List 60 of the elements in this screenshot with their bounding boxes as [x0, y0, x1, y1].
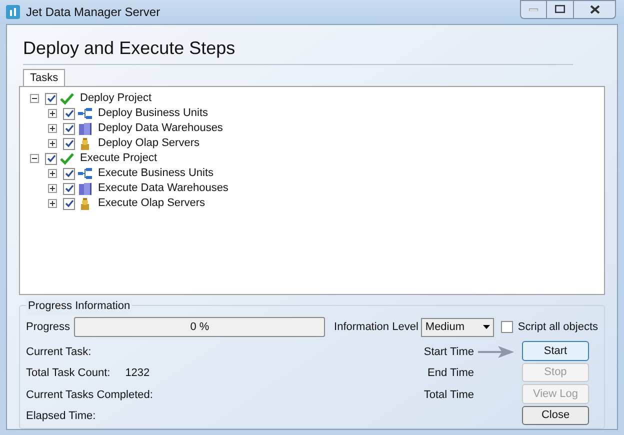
- tree-item-label[interactable]: Deploy Project: [80, 90, 152, 107]
- action-button[interactable]: Close: [522, 406, 589, 425]
- collapse-icon[interactable]: [30, 154, 39, 163]
- server-cube-icon: [78, 196, 92, 210]
- expand-icon[interactable]: [48, 184, 57, 193]
- collapse-icon[interactable]: [30, 94, 39, 103]
- action-button[interactable]: Start: [522, 341, 589, 360]
- time-label: Total Time: [424, 388, 474, 402]
- tree-item-label[interactable]: Deploy Business Units: [98, 105, 208, 122]
- checkbox-label: Script all objects: [518, 320, 598, 335]
- app-icon: [6, 5, 20, 19]
- database-icon: [78, 122, 92, 136]
- database-icon: [78, 182, 92, 196]
- server-cube-icon: [78, 136, 92, 150]
- checkbox[interactable]: [501, 321, 513, 333]
- checkmark-icon: [60, 152, 74, 164]
- window-title: Jet Data Manager Server: [26, 4, 160, 21]
- expand-icon[interactable]: [48, 169, 57, 178]
- detail-label: Total Task Count:: [26, 366, 110, 381]
- progress-reading: 0 %: [189, 320, 210, 335]
- page-heading: Deploy and Execute Steps: [23, 35, 573, 65]
- checkbox[interactable]: [63, 108, 75, 120]
- detail-label: Current Task:: [26, 344, 92, 360]
- checkmark-icon: [60, 92, 74, 104]
- information-level-label: Information Level: [334, 320, 418, 335]
- checkbox[interactable]: [63, 198, 75, 210]
- tree-item-label[interactable]: Execute Data Warehouses: [98, 180, 228, 197]
- information-level-dropdown[interactable]: Medium: [421, 318, 494, 336]
- progress-label: Progress: [26, 320, 72, 335]
- arrow-drawing: [478, 346, 514, 358]
- group-title: Progress Information: [26, 298, 132, 314]
- checkbox[interactable]: [45, 152, 57, 164]
- hierarchy-icon: [78, 168, 92, 180]
- detail-label: Elapsed Time:: [26, 409, 96, 424]
- time-label: Start Time: [424, 344, 474, 360]
- expand-icon[interactable]: [48, 199, 57, 208]
- checkbox[interactable]: [45, 92, 57, 104]
- caret-icon: [483, 325, 490, 329]
- checkbox[interactable]: [63, 122, 75, 134]
- detail-value: 1232: [125, 366, 150, 381]
- checkbox[interactable]: [63, 138, 75, 150]
- expand-icon[interactable]: [48, 124, 57, 133]
- tree-item-label[interactable]: Deploy Olap Servers: [98, 135, 200, 152]
- detail-label: Current Tasks Completed:: [26, 388, 153, 402]
- tree-item-label[interactable]: Execute Business Units: [98, 165, 214, 182]
- checkbox[interactable]: [63, 182, 75, 194]
- maximize-button[interactable]: [547, 0, 573, 18]
- tree-item-label[interactable]: Deploy Data Warehouses: [98, 120, 223, 137]
- maximize-icon: [555, 5, 565, 13]
- expand-icon[interactable]: [48, 139, 57, 148]
- hierarchy-icon: [78, 108, 92, 120]
- minimize-icon: [529, 8, 538, 10]
- time-label: End Time: [428, 366, 474, 381]
- expand-icon[interactable]: [48, 109, 57, 118]
- checkbox[interactable]: [63, 168, 75, 180]
- tree-item-label[interactable]: Execute Olap Servers: [98, 195, 205, 212]
- close-window-button[interactable]: [573, 0, 616, 18]
- tree-item-label[interactable]: Execute Project: [80, 150, 158, 167]
- close-icon: [590, 4, 600, 14]
- tab[interactable]: Tasks: [23, 69, 66, 86]
